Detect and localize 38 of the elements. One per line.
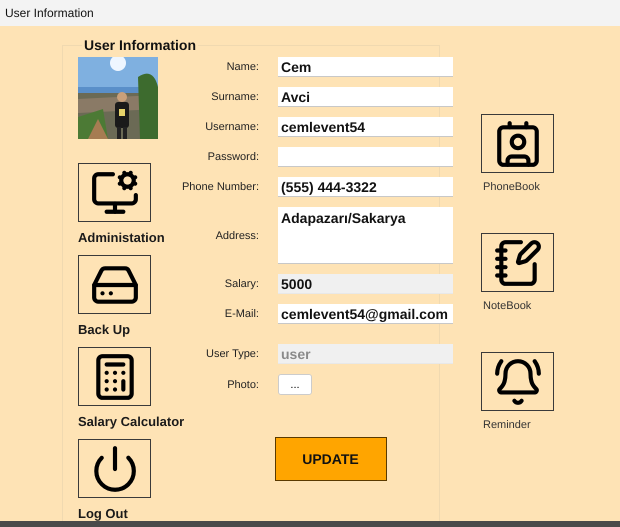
bell-icon (492, 356, 542, 406)
field-label: Surname: (211, 91, 259, 103)
notebook-pen-icon (492, 238, 542, 288)
field-label: Salary: (224, 278, 259, 290)
tool-label: Back Up (78, 322, 130, 337)
text-field[interactable]: cemlevent54 (278, 117, 453, 137)
address-field[interactable]: Adapazarı/Sakarya (278, 207, 453, 264)
tool-label: Log Out (78, 506, 128, 521)
browse-button[interactable]: ... (278, 374, 312, 395)
text-field[interactable]: 5000 (278, 274, 453, 294)
reminder-button[interactable] (481, 352, 554, 411)
app-label: NoteBook (482, 300, 532, 312)
phonebook-button[interactable] (481, 114, 554, 173)
field-label: User Type: (206, 348, 259, 360)
field-label: Photo: (227, 378, 259, 390)
field-label: Password: (208, 151, 259, 163)
admin-button[interactable] (78, 163, 151, 222)
app-label: Reminder (482, 419, 531, 431)
field-label: E-Mail: (224, 308, 259, 320)
field-label: Name: (226, 61, 259, 73)
field-label: Username: (205, 121, 259, 133)
tool-label: Salary Calculator (78, 414, 184, 429)
app-label: PhoneBook (482, 181, 540, 193)
text-field[interactable]: (555) 444-3322 (278, 177, 453, 197)
salary-calculator-button[interactable] (78, 347, 151, 406)
text-field[interactable]: cemlevent54@gmail.com (278, 304, 453, 324)
tool-label: Administation (78, 230, 165, 245)
text-field[interactable]: Avci (278, 87, 453, 107)
group-title: User Information (83, 37, 198, 53)
text-field[interactable]: Cem (278, 57, 453, 77)
logout-button[interactable] (78, 439, 151, 498)
backup-button[interactable] (78, 255, 151, 314)
window-title: User Information (5, 6, 94, 20)
field-label: Address: (216, 230, 259, 242)
update-button[interactable]: UPDATE (274, 437, 386, 481)
text-field[interactable] (278, 147, 453, 167)
field-label: Phone Number: (182, 181, 259, 193)
notebook-button[interactable] (481, 233, 554, 292)
